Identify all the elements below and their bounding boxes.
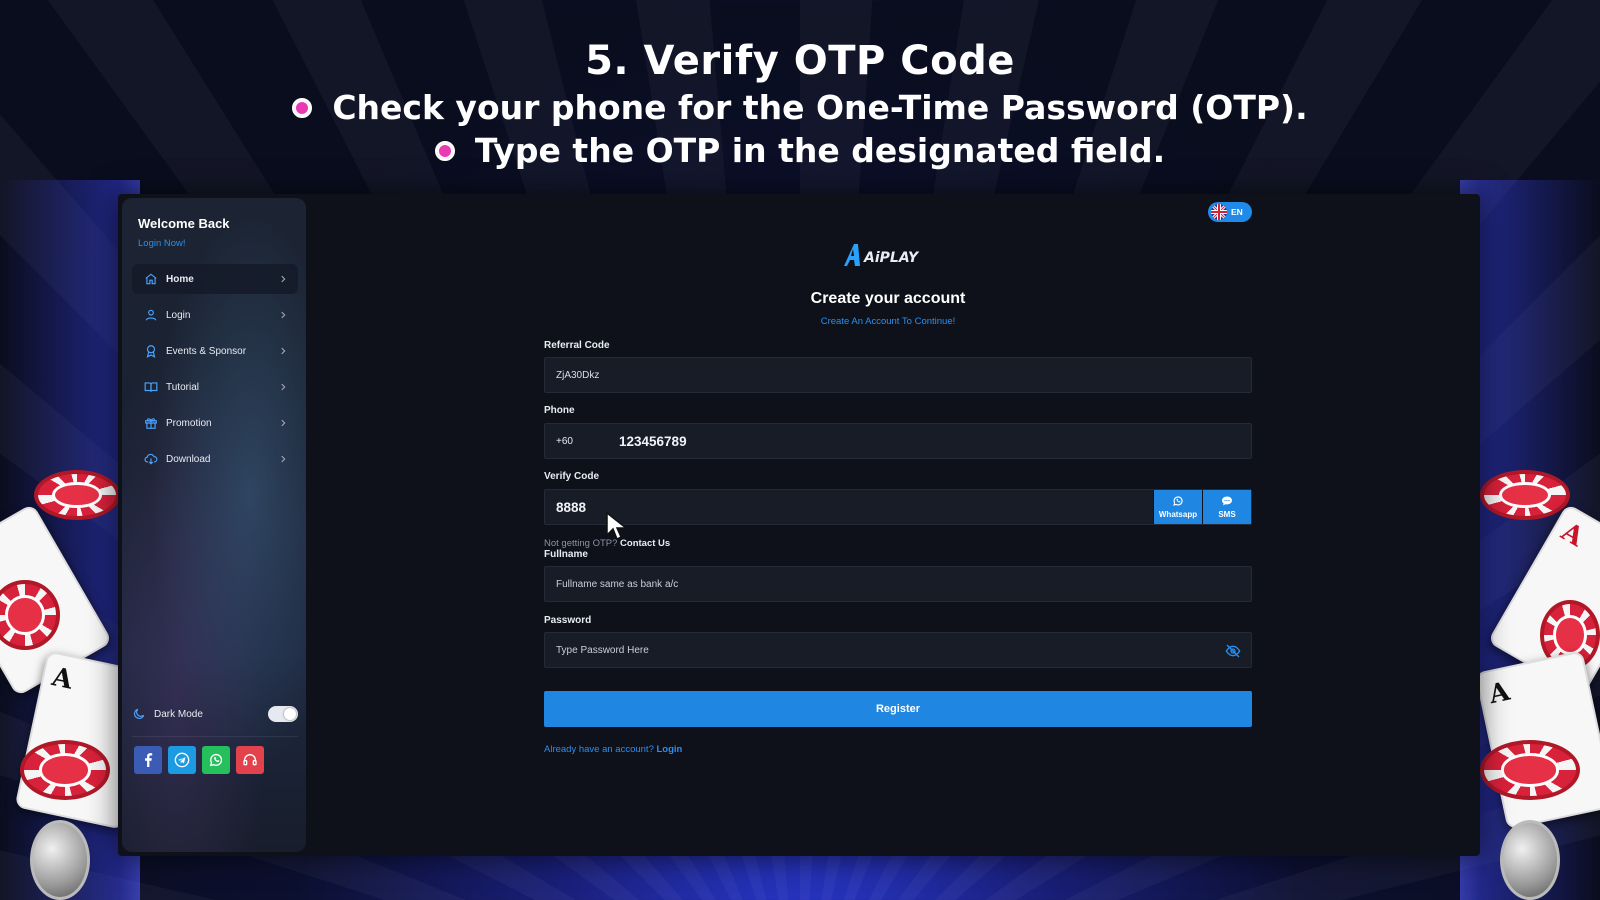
home-icon: [144, 272, 158, 286]
chat-bubble-icon: [1221, 495, 1233, 509]
phone-value: 123456789: [619, 433, 687, 449]
instruction-text-1: Check your phone for the One-Time Passwo…: [332, 88, 1308, 127]
step-title: 5. Verify OTP Code: [585, 38, 1015, 84]
already-have-account: Already have an account? Login: [544, 744, 682, 755]
sidebar-item-label: Tutorial: [166, 381, 199, 393]
otp-help-text: Not getting OTP? Contact Us: [544, 538, 670, 549]
book-icon: [144, 380, 158, 394]
bullet-dot-icon: [292, 97, 313, 118]
sidebar-item-events[interactable]: Events & Sponsor: [132, 336, 298, 366]
brand-logo: AiPLAY: [840, 240, 932, 270]
already-text: Already have an account?: [544, 744, 654, 755]
phone-input[interactable]: +60 123456789: [544, 423, 1252, 459]
cloud-download-icon: [144, 452, 158, 466]
password-label: Password: [544, 615, 592, 626]
referral-label: Referral Code: [544, 340, 610, 351]
sidebar-nav: Home Login Events & Sponsor Tutorial Pro…: [132, 264, 298, 480]
register-button[interactable]: Register: [544, 691, 1252, 727]
sidebar-item-label: Promotion: [166, 417, 212, 429]
sidebar-item-promotion[interactable]: Promotion: [132, 408, 298, 438]
sidebar-item-label: Download: [166, 453, 211, 465]
sidebar-item-login[interactable]: Login: [132, 300, 298, 330]
welcome-text: Welcome Back: [138, 216, 230, 231]
whatsapp-icon[interactable]: [202, 746, 230, 774]
referral-code-input[interactable]: ZjA30Dkz: [544, 357, 1252, 393]
verify-code-label: Verify Code: [544, 471, 600, 482]
sidebar: Welcome Back Login Now! Home Login Event…: [122, 198, 306, 852]
country-code-prefix[interactable]: +60: [556, 436, 619, 447]
whatsapp-icon: [1172, 495, 1184, 509]
password-input[interactable]: Type Password Here: [544, 632, 1252, 668]
sms-otp-label: SMS: [1218, 510, 1236, 519]
instruction-text-2: Type the OTP in the designated field.: [474, 131, 1166, 170]
award-icon: [144, 344, 158, 358]
whatsapp-otp-label: Whatsapp: [1158, 510, 1198, 519]
otp-help-prefix: Not getting OTP?: [544, 538, 618, 549]
logo-text: AiPLAY: [863, 250, 920, 266]
verify-code-input[interactable]: 8888 Whatsapp SMS: [544, 489, 1252, 525]
whatsapp-otp-button[interactable]: Whatsapp: [1153, 490, 1202, 524]
headset-icon[interactable]: [236, 746, 264, 774]
sidebar-item-label: Login: [166, 309, 191, 321]
verify-code-value: 8888: [556, 499, 587, 515]
sidebar-item-download[interactable]: Download: [132, 444, 298, 474]
otp-send-buttons: Whatsapp SMS: [1153, 490, 1251, 524]
facebook-icon[interactable]: [134, 746, 162, 774]
login-now-link[interactable]: Login Now!: [138, 238, 186, 249]
form-subtitle: Create An Account To Continue!: [820, 316, 956, 327]
fullname-input[interactable]: Fullname same as bank a/c: [544, 566, 1252, 602]
bullet-dot-icon: [434, 140, 455, 161]
dark-mode-row: Dark Mode: [132, 702, 298, 726]
instruction-headline: 5. Verify OTP Code Check your phone for …: [0, 38, 1600, 170]
fullname-label: Fullname: [544, 549, 588, 560]
uk-flag-icon: [1211, 204, 1227, 220]
chevron-right-icon: [278, 274, 288, 284]
instruction-bullet-1: Check your phone for the One-Time Passwo…: [0, 88, 1600, 127]
dark-mode-toggle[interactable]: [268, 706, 298, 722]
login-link[interactable]: Login: [657, 744, 683, 755]
chevron-right-icon: [278, 418, 288, 428]
password-placeholder: Type Password Here: [556, 644, 649, 656]
referral-code-value: ZjA30Dkz: [556, 369, 600, 381]
chevron-right-icon: [278, 382, 288, 392]
sidebar-item-label: Events & Sponsor: [166, 345, 247, 357]
social-links: [134, 746, 264, 774]
contact-us-link[interactable]: Contact Us: [620, 538, 670, 549]
sidebar-divider: [132, 736, 298, 737]
user-icon: [144, 308, 158, 322]
chevron-right-icon: [278, 310, 288, 320]
sidebar-item-home[interactable]: Home: [132, 264, 298, 294]
chevron-right-icon: [278, 454, 288, 464]
sms-otp-button[interactable]: SMS: [1202, 490, 1251, 524]
moon-icon: [132, 707, 146, 721]
form-title: Create your account: [810, 290, 966, 307]
app-window: Welcome Back Login Now! Home Login Event…: [118, 194, 1480, 856]
right-glow: [1460, 180, 1600, 900]
sidebar-item-label: Home: [166, 273, 194, 285]
left-casino-decoration: A A: [0, 440, 156, 900]
instruction-bullet-2: Type the OTP in the designated field.: [0, 131, 1600, 170]
sidebar-item-tutorial[interactable]: Tutorial: [132, 372, 298, 402]
dark-mode-label: Dark Mode: [154, 708, 203, 720]
language-code: EN: [1231, 207, 1243, 217]
eye-off-icon[interactable]: [1225, 643, 1241, 659]
chevron-right-icon: [278, 346, 288, 356]
telegram-icon[interactable]: [168, 746, 196, 774]
phone-label: Phone: [544, 405, 575, 416]
fullname-placeholder: Fullname same as bank a/c: [556, 578, 679, 590]
language-selector[interactable]: EN: [1208, 202, 1252, 222]
right-casino-decoration: A A: [1474, 440, 1600, 900]
gift-icon: [144, 416, 158, 430]
